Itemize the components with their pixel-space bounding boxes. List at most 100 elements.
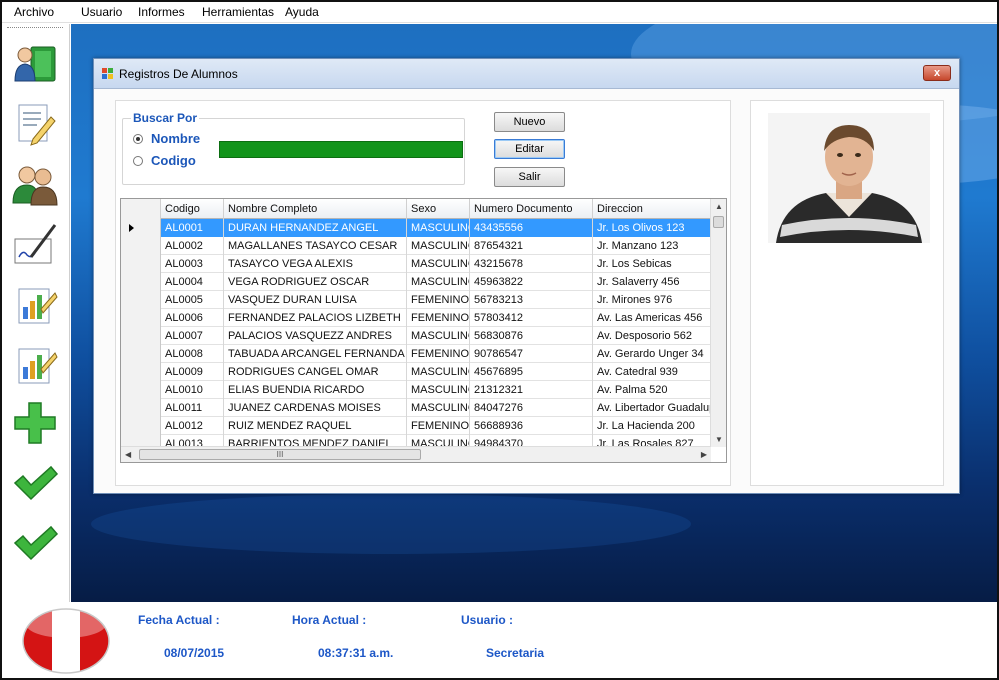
cell-codigo[interactable]: AL0010 [161,381,224,399]
search-input[interactable] [219,141,463,158]
cell-codigo[interactable]: AL0009 [161,363,224,381]
new-button[interactable]: Nuevo [494,112,565,132]
cell-documento[interactable]: 57803412 [470,309,593,327]
cell-codigo[interactable]: AL0006 [161,309,224,327]
menu-ayuda[interactable]: Ayuda [285,5,319,19]
radio-codigo-indicator[interactable] [133,155,143,166]
toolbar-accept-button-2[interactable] [5,516,65,570]
cell-direccion[interactable]: Av. Palma 520 [593,381,711,399]
cell-codigo[interactable]: AL0007 [161,327,224,345]
cell-documento[interactable]: 56830876 [470,327,593,345]
cell-sexo[interactable]: MASCULINO [407,363,470,381]
cell-direccion[interactable]: Av. Gerardo Unger 34 [593,345,711,363]
column-header-codigo[interactable]: Codigo [161,199,224,219]
cell-nombre[interactable]: TASAYCO VEGA ALEXIS [224,255,407,273]
cell-codigo[interactable]: AL0001 [161,219,224,237]
table-row[interactable]: AL0009 RODRIGUES CANGEL OMAR MASCULINO 4567… [121,363,711,381]
cell-sexo[interactable]: MASCULINO [407,381,470,399]
row-header[interactable] [121,309,161,327]
exit-button[interactable]: Salir [494,167,565,187]
students-grid[interactable]: Codigo Nombre Completo Sexo Numero Docum… [120,198,727,463]
cell-documento[interactable]: 87654321 [470,237,593,255]
row-header[interactable] [121,219,161,237]
cell-nombre[interactable]: RUIZ MENDEZ RAQUEL [224,417,407,435]
table-row[interactable]: AL0006 FERNANDEZ PALACIOS LIZBETH FEMENINO… [121,309,711,327]
column-header-direccion[interactable]: Direccion [593,199,711,219]
cell-nombre[interactable]: ELIAS BUENDIA RICARDO [224,381,407,399]
cell-nombre[interactable]: DURAN HERNANDEZ ANGEL [224,219,407,237]
cell-direccion[interactable]: Av. Libertador Guadalupe [593,399,711,417]
cell-codigo[interactable]: AL0003 [161,255,224,273]
vertical-scrollbar[interactable]: ▲ ▼ [710,199,726,447]
cell-documento[interactable]: 56783213 [470,291,593,309]
horizontal-scroll-thumb[interactable]: III [139,449,421,460]
cell-direccion[interactable]: Jr. Los Sebicas [593,255,711,273]
cell-sexo[interactable]: MASCULINO [407,273,470,291]
scroll-right-icon[interactable]: ▶ [701,450,707,459]
table-row[interactable]: AL0007 PALACIOS VASQUEZZ ANDRES MASCULINO 5… [121,327,711,345]
column-header-documento[interactable]: Numero Documento [470,199,593,219]
cell-nombre[interactable]: MAGALLANES TASAYCO CESAR [224,237,407,255]
cell-documento[interactable]: 43215678 [470,255,593,273]
radio-codigo[interactable]: Codigo [133,153,196,168]
table-row[interactable]: AL0004 VEGA RODRIGUEZ OSCAR MASCULINO 45963… [121,273,711,291]
cell-direccion[interactable]: Av. Desposorio 562 [593,327,711,345]
cell-nombre[interactable]: TABUADA ARCANGEL FERNANDA [224,345,407,363]
cell-direccion[interactable]: Jr. Manzano 123 [593,237,711,255]
cell-nombre[interactable]: FERNANDEZ PALACIOS LIZBETH [224,309,407,327]
toolbar-students-button[interactable] [5,36,65,90]
cell-sexo[interactable]: MASCULINO [407,219,470,237]
table-row[interactable]: AL0012 RUIZ MENDEZ RAQUEL FEMENINO 56688936… [121,417,711,435]
row-header[interactable] [121,237,161,255]
window-titlebar[interactable]: Registros De Alumnos x [94,59,959,89]
row-header[interactable] [121,291,161,309]
cell-direccion[interactable]: Av. Catedral 939 [593,363,711,381]
cell-codigo[interactable]: AL0005 [161,291,224,309]
edit-button[interactable]: Editar [494,139,565,159]
cell-nombre[interactable]: VEGA RODRIGUEZ OSCAR [224,273,407,291]
cell-nombre[interactable]: PALACIOS VASQUEZZ ANDRES [224,327,407,345]
table-row[interactable]: AL0008 TABUADA ARCANGEL FERNANDA FEMENINO 9… [121,345,711,363]
toolbar-signature-button[interactable] [5,216,65,270]
cell-sexo[interactable]: FEMENINO [407,417,470,435]
cell-sexo[interactable]: FEMENINO [407,345,470,363]
row-header[interactable] [121,345,161,363]
cell-codigo[interactable]: AL0012 [161,417,224,435]
cell-nombre[interactable]: RODRIGUES CANGEL OMAR [224,363,407,381]
scroll-up-icon[interactable]: ▲ [715,202,723,211]
horizontal-scrollbar[interactable]: ◀ III ▶ [121,446,711,462]
cell-documento[interactable]: 21312321 [470,381,593,399]
table-row[interactable]: AL0002 MAGALLANES TASAYCO CESAR MASCULINO 8… [121,237,711,255]
cell-direccion[interactable]: Av. Las Americas 456 [593,309,711,327]
table-row[interactable]: AL0005 VASQUEZ DURAN LUISA FEMENINO 5678321… [121,291,711,309]
column-header-nombre[interactable]: Nombre Completo [224,199,407,219]
vertical-scroll-thumb[interactable] [713,216,724,228]
cell-sexo[interactable]: FEMENINO [407,291,470,309]
toolbar-add-button[interactable] [5,396,65,450]
toolbar-edit-button[interactable] [5,96,65,150]
cell-documento[interactable]: 45676895 [470,363,593,381]
cell-direccion[interactable]: Jr. Mirones 976 [593,291,711,309]
cell-codigo[interactable]: AL0011 [161,399,224,417]
row-header[interactable] [121,381,161,399]
cell-nombre[interactable]: VASQUEZ DURAN LUISA [224,291,407,309]
toolbar-accept-button-1[interactable] [5,456,65,510]
cell-documento[interactable]: 43435556 [470,219,593,237]
scroll-left-icon[interactable]: ◀ [125,450,131,459]
scroll-down-icon[interactable]: ▼ [715,435,723,444]
cell-codigo[interactable]: AL0008 [161,345,224,363]
cell-nombre[interactable]: JUANEZ CARDENAS MOISES [224,399,407,417]
cell-sexo[interactable]: FEMENINO [407,309,470,327]
menu-usuario[interactable]: Usuario [81,5,122,19]
cell-sexo[interactable]: MASCULINO [407,399,470,417]
cell-sexo[interactable]: MASCULINO [407,327,470,345]
cell-direccion[interactable]: Jr. La Hacienda 200 [593,417,711,435]
close-button[interactable]: x [923,65,951,81]
row-header[interactable] [121,399,161,417]
table-row[interactable]: AL0001 DURAN HERNANDEZ ANGEL MASCULINO 4343… [121,219,711,237]
cell-documento[interactable]: 45963822 [470,273,593,291]
toolbar-report-button-1[interactable] [5,276,65,330]
row-header[interactable] [121,255,161,273]
table-row[interactable]: AL0011 JUANEZ CARDENAS MOISES MASCULINO 840… [121,399,711,417]
cell-direccion[interactable]: Jr. Salaverry 456 [593,273,711,291]
